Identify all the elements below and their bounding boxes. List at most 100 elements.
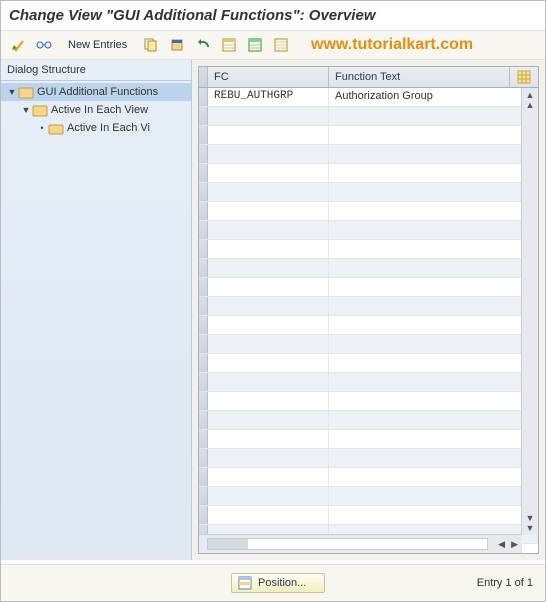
- cell-fc[interactable]: [208, 335, 329, 353]
- expand-toggle-icon[interactable]: ▼: [7, 87, 17, 97]
- scroll-up-icon[interactable]: ▲: [526, 90, 535, 100]
- row-selector[interactable]: [199, 259, 208, 277]
- cell-function-text[interactable]: [329, 126, 538, 144]
- cell-fc[interactable]: [208, 373, 329, 391]
- cell-fc[interactable]: [208, 183, 329, 201]
- cell-fc[interactable]: [208, 278, 329, 296]
- cell-function-text[interactable]: [329, 487, 538, 505]
- cell-function-text[interactable]: [329, 145, 538, 163]
- cell-fc[interactable]: [208, 221, 329, 239]
- row-selector[interactable]: [199, 145, 208, 163]
- cell-function-text[interactable]: [329, 316, 538, 334]
- cell-function-text[interactable]: [329, 278, 538, 296]
- cell-function-text[interactable]: [329, 373, 538, 391]
- configure-columns-button[interactable]: [510, 67, 538, 87]
- h-scroll-track[interactable]: [207, 538, 488, 550]
- scroll-down-icon[interactable]: ▼: [526, 523, 535, 533]
- row-selector[interactable]: [199, 392, 208, 410]
- cell-function-text[interactable]: [329, 468, 538, 486]
- select-block-button[interactable]: [244, 34, 266, 56]
- cell-function-text[interactable]: [329, 164, 538, 182]
- row-selector[interactable]: [199, 221, 208, 239]
- scroll-down-icon[interactable]: ▼: [526, 513, 535, 523]
- cell-fc[interactable]: [208, 145, 329, 163]
- position-button[interactable]: Position...: [231, 573, 325, 593]
- row-selector[interactable]: [199, 430, 208, 448]
- cell-fc[interactable]: [208, 392, 329, 410]
- select-all-button[interactable]: [218, 34, 240, 56]
- row-selector[interactable]: [199, 316, 208, 334]
- row-selector[interactable]: [199, 411, 208, 429]
- other-entry-button[interactable]: [7, 34, 29, 56]
- row-selector[interactable]: [199, 126, 208, 144]
- cell-fc[interactable]: [208, 411, 329, 429]
- column-row-selector[interactable]: [199, 67, 208, 87]
- vertical-scrollbar[interactable]: ▲ ▲ ▼ ▼: [521, 88, 538, 535]
- cell-fc[interactable]: [208, 354, 329, 372]
- row-selector[interactable]: [199, 183, 208, 201]
- cell-fc[interactable]: [208, 259, 329, 277]
- table-row: [199, 278, 538, 297]
- tree-node[interactable]: ▼Active In Each View: [1, 101, 191, 119]
- cell-function-text[interactable]: [329, 240, 538, 258]
- horizontal-scrollbar[interactable]: ◀ ▶: [199, 534, 522, 553]
- cell-function-text[interactable]: [329, 202, 538, 220]
- row-selector[interactable]: [199, 468, 208, 486]
- row-selector[interactable]: [199, 297, 208, 315]
- row-selector[interactable]: [199, 88, 208, 106]
- column-function-text[interactable]: Function Text: [329, 67, 510, 87]
- cell-fc[interactable]: [208, 430, 329, 448]
- cell-fc[interactable]: [208, 107, 329, 125]
- delete-button[interactable]: [166, 34, 188, 56]
- cell-fc[interactable]: [208, 297, 329, 315]
- cell-fc[interactable]: [208, 487, 329, 505]
- cell-fc[interactable]: [208, 468, 329, 486]
- cell-function-text[interactable]: [329, 392, 538, 410]
- h-scroll-thumb[interactable]: [208, 539, 248, 549]
- cell-fc[interactable]: [208, 316, 329, 334]
- deselect-all-button[interactable]: [270, 34, 292, 56]
- column-fc[interactable]: FC: [208, 67, 329, 87]
- row-selector[interactable]: [199, 487, 208, 505]
- undo-button[interactable]: [192, 34, 214, 56]
- cell-function-text[interactable]: [329, 259, 538, 277]
- cell-fc[interactable]: [208, 164, 329, 182]
- row-selector[interactable]: [199, 240, 208, 258]
- cell-fc[interactable]: [208, 202, 329, 220]
- cell-fc[interactable]: [208, 449, 329, 467]
- cell-function-text[interactable]: [329, 449, 538, 467]
- row-selector[interactable]: [199, 164, 208, 182]
- tree-node[interactable]: ▼GUI Additional Functions: [1, 83, 191, 101]
- row-selector[interactable]: [199, 278, 208, 296]
- cell-fc[interactable]: [208, 506, 329, 524]
- cell-fc[interactable]: [208, 126, 329, 144]
- new-entries-button[interactable]: New Entries: [59, 36, 136, 54]
- scroll-right-icon[interactable]: ▶: [511, 539, 518, 550]
- cell-function-text[interactable]: [329, 430, 538, 448]
- cell-function-text[interactable]: [329, 107, 538, 125]
- table-row: [199, 259, 538, 278]
- row-selector[interactable]: [199, 354, 208, 372]
- expand-toggle-icon[interactable]: ▼: [21, 105, 31, 115]
- cell-fc[interactable]: [208, 240, 329, 258]
- cell-function-text[interactable]: [329, 411, 538, 429]
- cell-function-text[interactable]: [329, 335, 538, 353]
- cell-function-text[interactable]: [329, 221, 538, 239]
- cell-function-text[interactable]: [329, 297, 538, 315]
- row-selector[interactable]: [199, 506, 208, 524]
- copy-button[interactable]: [140, 34, 162, 56]
- row-selector[interactable]: [199, 449, 208, 467]
- cell-function-text[interactable]: [329, 354, 538, 372]
- tree-node[interactable]: •Active In Each Vi: [1, 119, 191, 137]
- cell-fc[interactable]: REBU_AUTHGRP: [208, 88, 329, 106]
- cell-function-text[interactable]: Authorization Group: [329, 88, 538, 106]
- scroll-left-icon[interactable]: ◀: [498, 539, 505, 550]
- row-selector[interactable]: [199, 335, 208, 353]
- cell-function-text[interactable]: [329, 183, 538, 201]
- find-button[interactable]: [33, 34, 55, 56]
- cell-function-text[interactable]: [329, 506, 538, 524]
- row-selector[interactable]: [199, 107, 208, 125]
- scroll-up-icon[interactable]: ▲: [526, 100, 535, 110]
- row-selector[interactable]: [199, 373, 208, 391]
- row-selector[interactable]: [199, 202, 208, 220]
